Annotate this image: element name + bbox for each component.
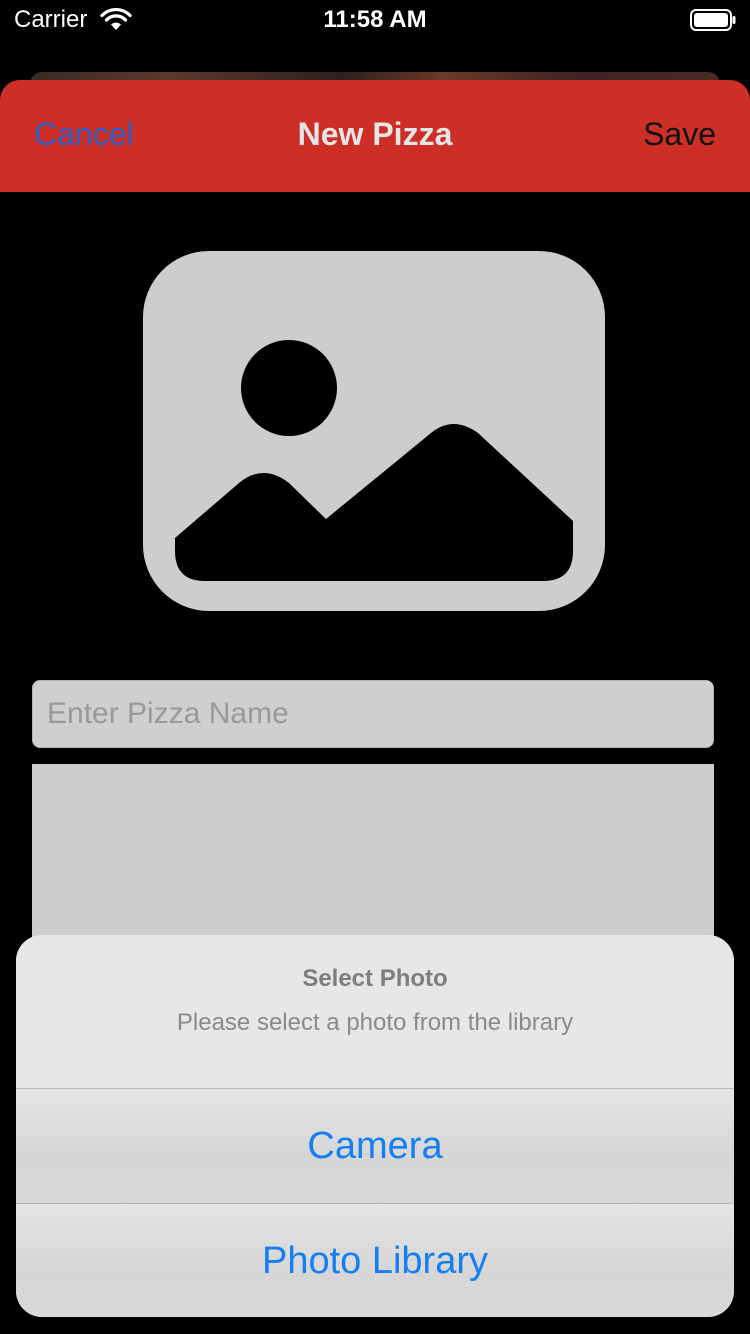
navigation-bar: Cancel New Pizza Save: [0, 80, 750, 192]
save-button[interactable]: Save: [643, 116, 716, 153]
battery-icon: [690, 9, 736, 31]
page-title: New Pizza: [297, 116, 453, 152]
photo-placeholder-icon[interactable]: [143, 251, 605, 611]
status-bar: Carrier 11:58 AM: [0, 0, 750, 40]
camera-button[interactable]: Camera: [16, 1089, 734, 1203]
action-sheet-message: Please select a photo from the library: [176, 1009, 574, 1036]
photo-library-button[interactable]: Photo Library: [16, 1204, 734, 1317]
screen: Carrier 11:58 AM Cancel New Pizza Save E…: [0, 0, 750, 1334]
action-sheet-title: Select Photo: [302, 965, 448, 992]
action-sheet-header: Select Photo Please select a photo from …: [16, 935, 734, 1088]
status-time: 11:58 AM: [323, 6, 427, 33]
select-photo-action-sheet: Select Photo Please select a photo from …: [16, 935, 734, 1317]
pizza-name-input[interactable]: [32, 680, 714, 748]
